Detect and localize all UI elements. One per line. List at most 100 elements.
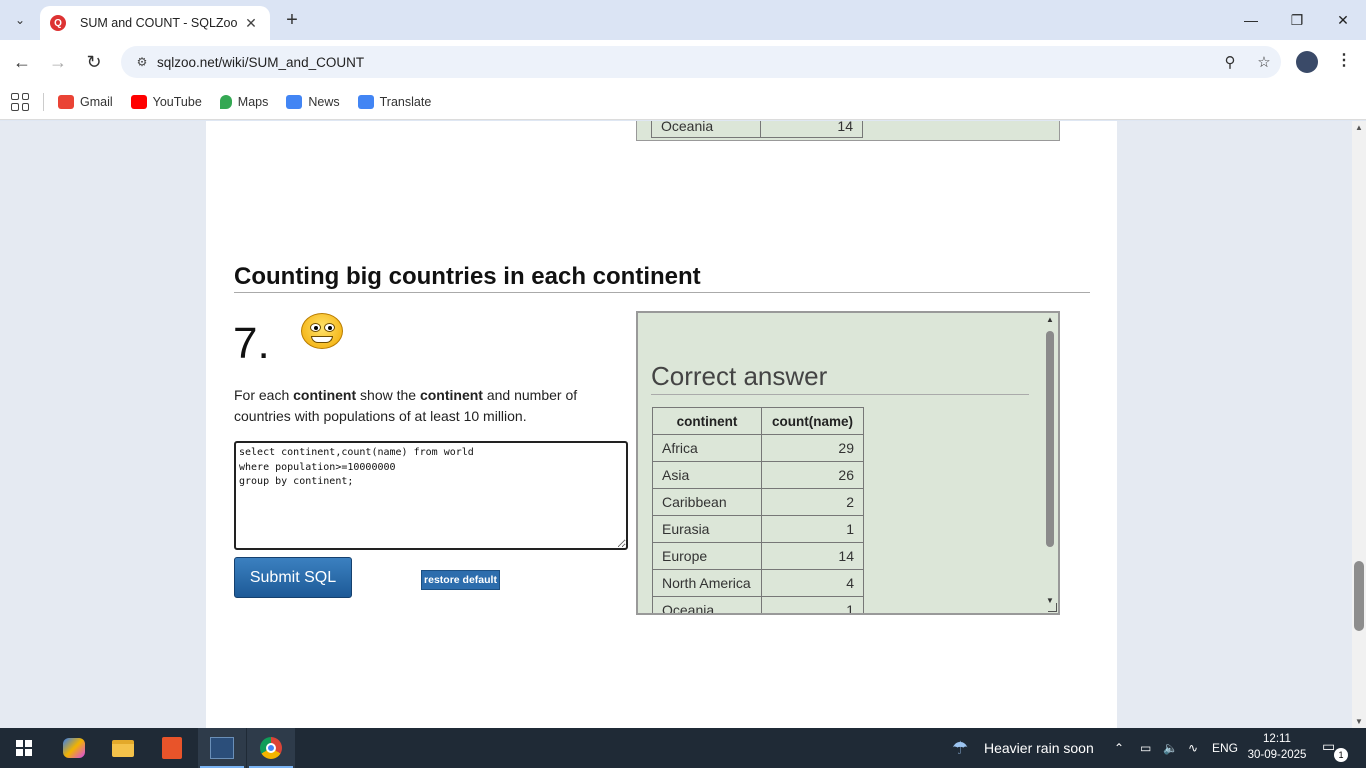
column-header: continent xyxy=(652,407,762,435)
maps-icon xyxy=(219,94,232,109)
bookmark-translate[interactable]: Translate xyxy=(357,94,432,109)
battery-icon[interactable]: ▭ xyxy=(1140,728,1151,768)
table-cell: 2 xyxy=(761,488,864,516)
taskbar-chrome[interactable] xyxy=(247,728,295,768)
table-cell: Oceania xyxy=(651,121,761,138)
bookmark-label: YouTube xyxy=(152,94,202,109)
app-icon xyxy=(210,737,234,759)
table-row: Oceania 1 xyxy=(652,596,864,613)
page-scrollbar-thumb[interactable] xyxy=(1354,561,1364,631)
bookmark-star-icon[interactable]: ☆ xyxy=(1247,53,1281,71)
table-cell: Caribbean xyxy=(652,488,762,516)
question-text-part: show the xyxy=(356,387,420,403)
correct-answer-box[interactable]: Correct answer continent count(name) Afr… xyxy=(636,311,1060,615)
weather-text: Heavier rain soon xyxy=(984,740,1094,756)
scroll-down-icon[interactable]: ▼ xyxy=(1355,717,1363,726)
question-text: For each continent show the continent an… xyxy=(234,385,634,427)
column-header: count(name) xyxy=(761,407,864,435)
sqlzoo-favicon-icon: Q xyxy=(50,15,66,31)
question-text-part: For each xyxy=(234,387,294,403)
active-tab[interactable]: Q SUM and COUNT - SQLZoo ✕ xyxy=(40,6,270,40)
smiley-mouth xyxy=(311,336,333,343)
previous-answer-table: Oceania 14 xyxy=(651,121,863,138)
umbrella-rain-icon: ☂ xyxy=(952,737,969,758)
close-window-button[interactable]: ✕ xyxy=(1320,8,1366,32)
windows-logo-icon xyxy=(16,740,32,756)
question-keyword: continent xyxy=(293,387,357,403)
clock-time: 12:11 xyxy=(1263,733,1291,745)
zoom-icon[interactable]: ⚲ xyxy=(1213,53,1247,71)
apps-grid-icon[interactable] xyxy=(11,92,29,111)
page-content: Oceania 14 Counting big countries in eac… xyxy=(206,121,1117,728)
clock-date: 30-09-2025 xyxy=(1247,749,1307,761)
reload-button[interactable]: ↻ xyxy=(80,48,108,76)
browser-menu-icon[interactable]: ⋮ xyxy=(1334,50,1354,74)
notification-badge: 1 xyxy=(1334,748,1348,762)
bookmark-label: Maps xyxy=(237,94,269,109)
new-tab-button[interactable]: + xyxy=(280,8,304,32)
bookmark-maps[interactable]: Maps xyxy=(219,94,269,109)
system-clock[interactable]: 12:11 30-09-2025 xyxy=(1244,731,1310,763)
table-row: Oceania 14 xyxy=(651,121,863,138)
table-row: Eurasia 1 xyxy=(652,515,864,543)
taskbar-file-explorer[interactable] xyxy=(99,728,147,768)
table-row: Africa 29 xyxy=(652,434,864,462)
url-text[interactable]: sqlzoo.net/wiki/SUM_and_COUNT xyxy=(157,55,1213,70)
bookmark-youtube[interactable]: YouTube xyxy=(130,94,202,109)
table-cell: Asia xyxy=(652,461,762,489)
wifi-icon[interactable]: ∿ xyxy=(1188,728,1198,768)
bookmarks-divider xyxy=(43,92,44,111)
news-icon xyxy=(286,94,303,109)
table-cell: 14 xyxy=(760,121,863,138)
gmail-icon xyxy=(58,94,74,109)
table-cell: Eurasia xyxy=(652,515,762,543)
site-info-icon[interactable]: ⚙ xyxy=(127,55,157,69)
taskbar-app[interactable] xyxy=(148,728,196,768)
table-cell: 29 xyxy=(761,434,864,462)
tab-close-icon[interactable]: ✕ xyxy=(242,15,260,32)
back-button[interactable]: ← xyxy=(8,48,36,76)
profile-avatar[interactable] xyxy=(1296,51,1318,73)
table-cell: North America xyxy=(652,569,762,597)
bookmark-gmail[interactable]: Gmail xyxy=(58,94,113,109)
restore-default-button[interactable]: restore default xyxy=(421,570,500,590)
show-hidden-icons-icon[interactable]: ⌃ xyxy=(1114,728,1124,768)
address-bar[interactable]: ⚙ sqlzoo.net/wiki/SUM_and_COUNT ⚲ ☆ xyxy=(121,46,1281,78)
previous-answer-box: Oceania 14 xyxy=(636,121,1060,141)
tab-search-button[interactable]: ⌄ xyxy=(8,8,32,32)
table-cell: 1 xyxy=(761,596,864,613)
start-button[interactable] xyxy=(0,728,48,768)
windows-taskbar: ☂ Heavier rain soon ⌃ ▭ 🔈 ∿ ENG 12:11 30… xyxy=(0,728,1366,768)
taskbar-app[interactable] xyxy=(198,728,246,768)
table-cell: Africa xyxy=(652,434,762,462)
table-cell: 4 xyxy=(761,569,864,597)
volume-icon[interactable]: 🔈 xyxy=(1163,728,1178,768)
table-cell: 1 xyxy=(761,515,864,543)
weather-widget[interactable]: ☂ Heavier rain soon xyxy=(952,728,1094,768)
submit-sql-button[interactable]: Submit SQL xyxy=(234,557,352,598)
page-viewport: Oceania 14 Counting big countries in eac… xyxy=(0,121,1352,728)
scroll-up-icon[interactable]: ▲ xyxy=(1046,315,1054,324)
correct-answer-table: continent count(name) Africa 29 Asia 26 Ca… xyxy=(652,407,864,613)
translate-icon xyxy=(357,94,374,109)
restore-button[interactable]: ❐ xyxy=(1274,8,1320,32)
forward-button[interactable]: → xyxy=(44,48,72,76)
resize-handle-icon[interactable] xyxy=(1048,603,1057,612)
smiley-eye xyxy=(324,323,335,332)
sql-editor[interactable]: select continent,count(name) from world … xyxy=(234,441,628,550)
minimize-button[interactable]: — xyxy=(1228,8,1274,32)
question-keyword: continent xyxy=(419,387,483,403)
table-row: Europe 14 xyxy=(652,542,864,570)
scrollbar-thumb[interactable] xyxy=(1046,331,1054,547)
taskbar-copilot[interactable] xyxy=(50,728,98,768)
language-indicator[interactable]: ENG xyxy=(1212,728,1238,768)
bookmark-news[interactable]: News xyxy=(286,94,340,109)
page-scrollbar[interactable]: ▲ ▼ xyxy=(1352,121,1366,728)
bookmark-label: Gmail xyxy=(80,94,113,109)
answer-scrollbar[interactable]: ▲ ▼ xyxy=(1044,315,1056,611)
table-cell: 14 xyxy=(761,542,864,570)
chrome-icon xyxy=(260,737,282,759)
bookmark-label: Translate xyxy=(379,94,432,109)
youtube-icon xyxy=(130,94,147,109)
scroll-up-icon[interactable]: ▲ xyxy=(1355,123,1363,132)
